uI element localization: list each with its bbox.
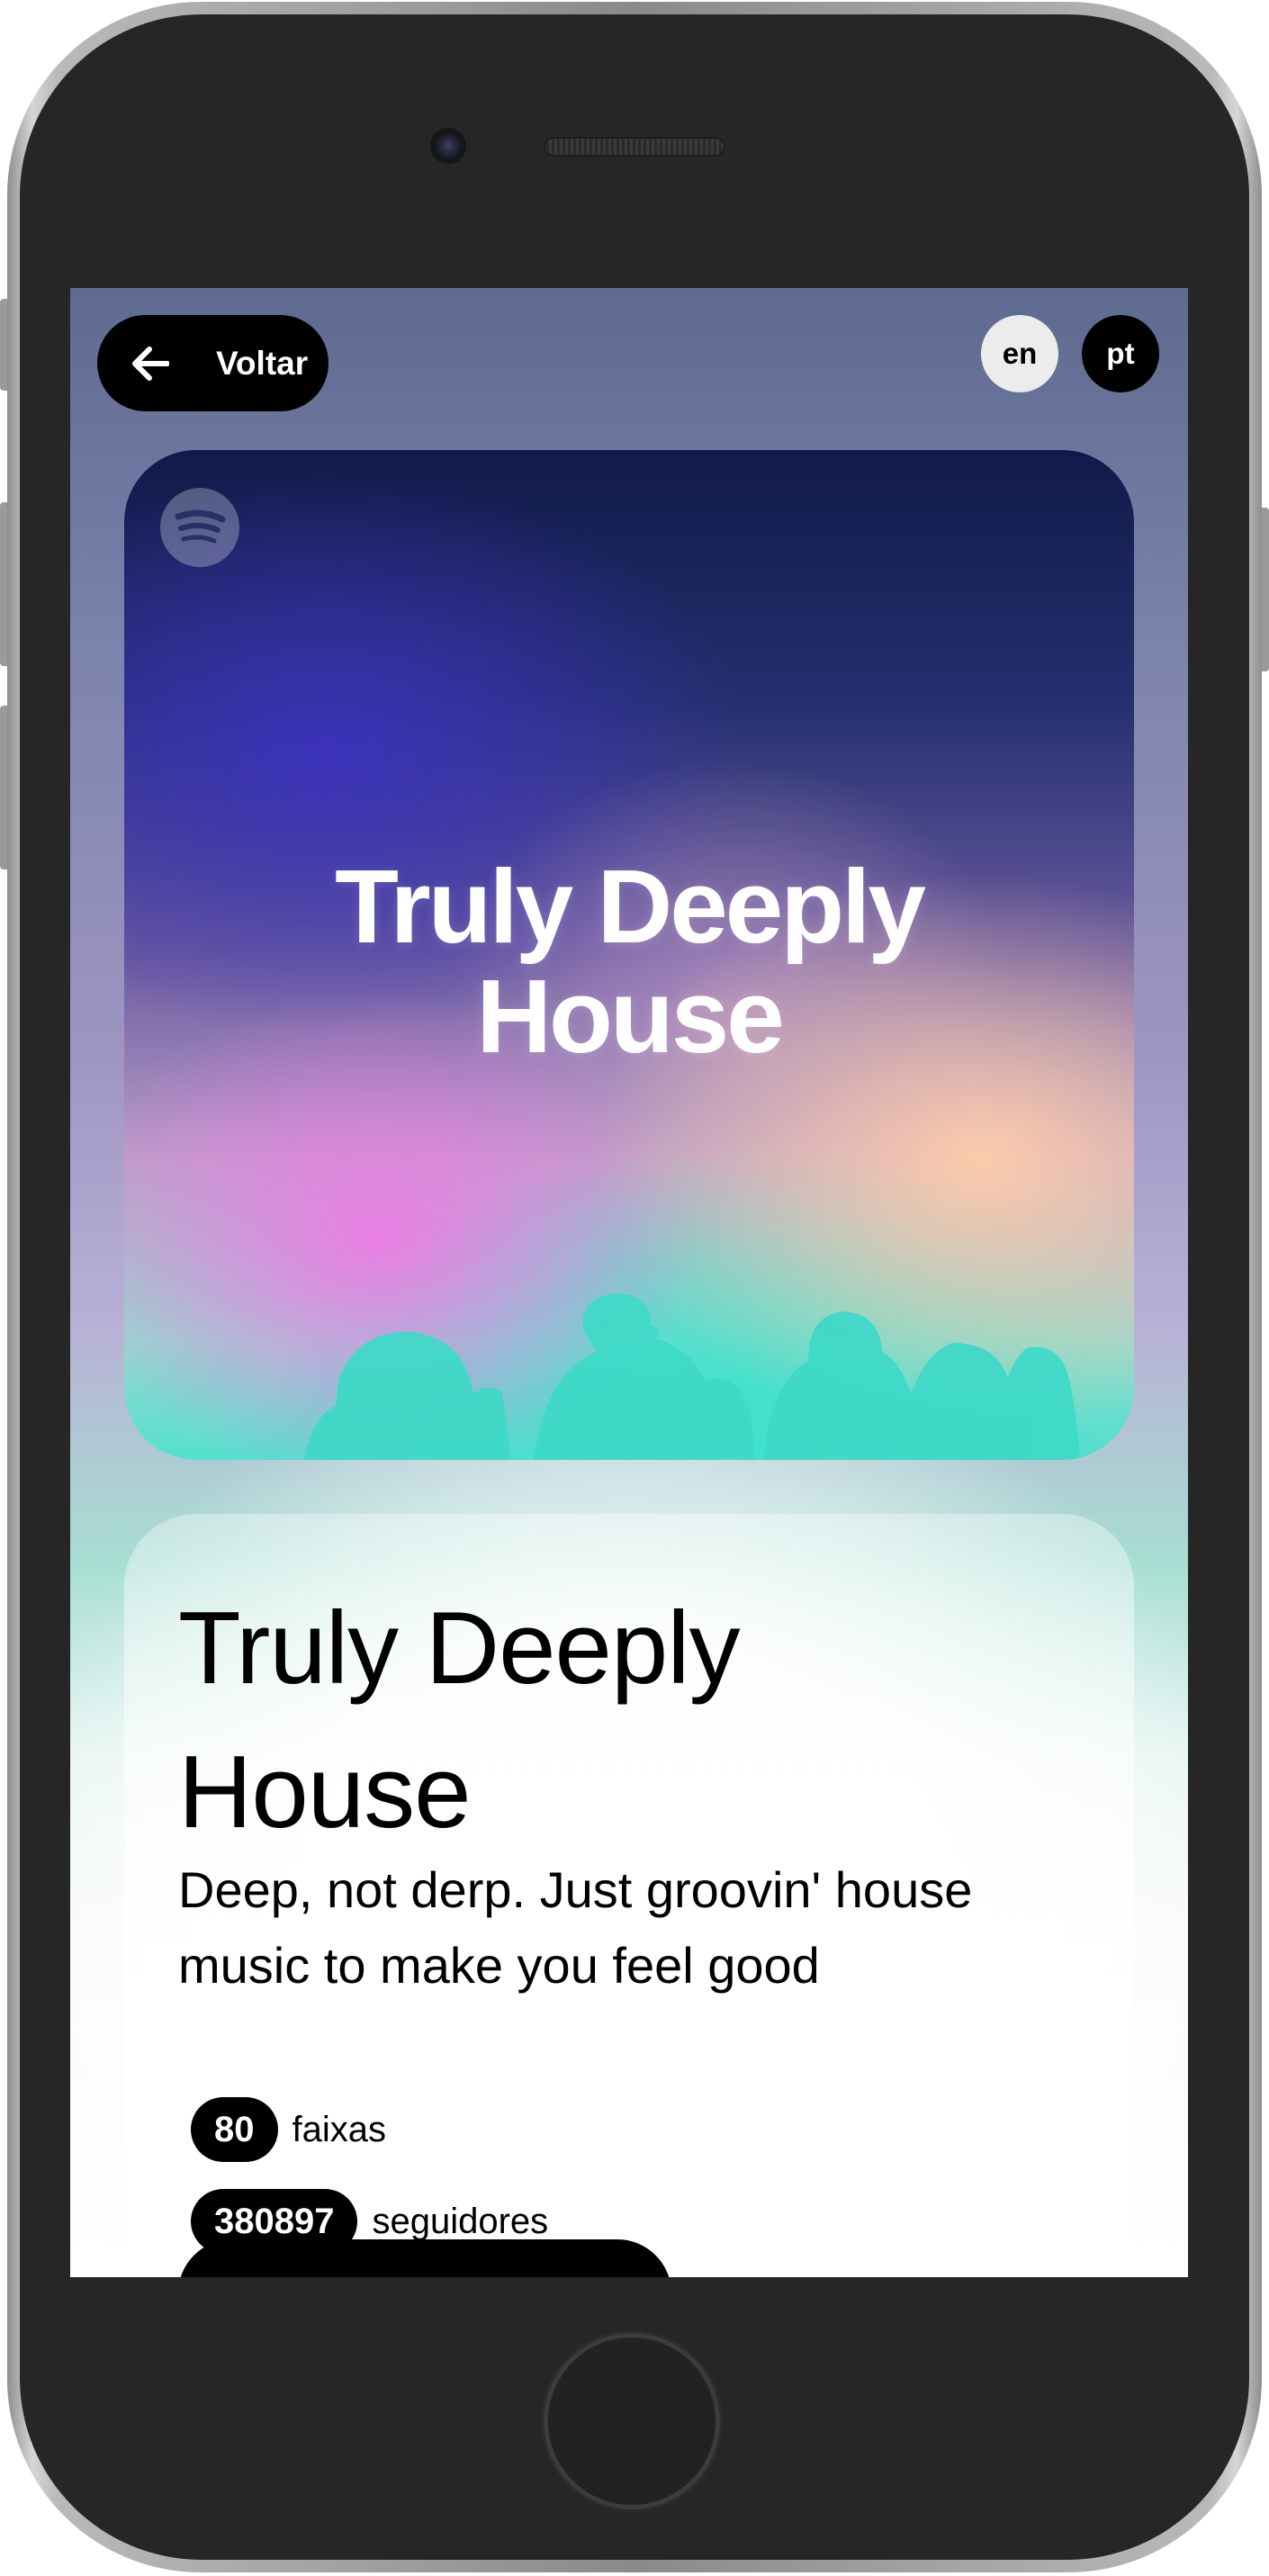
- earpiece-speaker: [544, 137, 725, 157]
- tracks-label: faixas: [292, 2109, 387, 2149]
- playlist-title: Truly Deeply House: [178, 1591, 741, 1850]
- back-button[interactable]: Voltar: [97, 315, 328, 411]
- crowd-silhouette: [304, 1293, 1080, 1460]
- language-en-button[interactable]: en: [981, 315, 1058, 392]
- cover-title: Truly Deeply House: [124, 851, 1134, 1071]
- arrow-left-icon: [132, 347, 169, 381]
- home-button[interactable]: [544, 2333, 720, 2509]
- app-screen: Voltar en pt Truly Deeply House Truly De…: [70, 288, 1188, 2277]
- tracks-count-badge: 80: [191, 2097, 278, 2162]
- language-pt-button[interactable]: pt: [1082, 315, 1159, 392]
- back-button-label: Voltar: [216, 345, 309, 382]
- open-playlist-button[interactable]: [178, 2239, 671, 2277]
- playlist-description: Deep, not derp. Just groovin' house musi…: [178, 1861, 973, 1994]
- spotify-logo-icon: [160, 488, 239, 567]
- followers-label: seguidores: [372, 2201, 549, 2241]
- tracks-stat: 80 faixas: [191, 2097, 386, 2162]
- front-camera: [430, 128, 466, 164]
- cover-title-line1: Truly Deeply: [335, 848, 926, 965]
- playlist-cover-image: Truly Deeply House: [124, 450, 1134, 1460]
- cover-title-line2: House: [476, 958, 785, 1075]
